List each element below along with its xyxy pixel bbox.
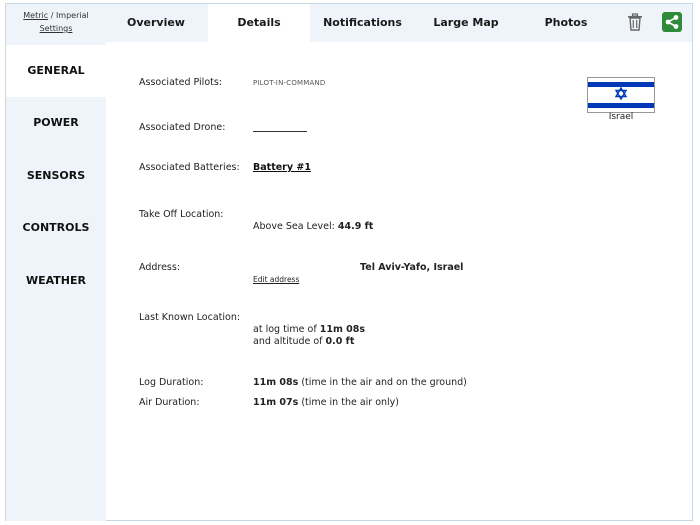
tab-photos[interactable]: Photos xyxy=(516,4,616,42)
pilots-value: PILOT-IN-COMMAND xyxy=(253,79,326,87)
log-duration-time: 11m 08s xyxy=(253,377,299,388)
air-duration-label: Air Duration: xyxy=(139,397,200,408)
unit-selector: Metric / Imperial Settings xyxy=(6,4,106,42)
pilots-label: Associated Pilots: xyxy=(139,77,222,88)
israel-flag-icon xyxy=(588,78,654,112)
sidebar-item-sensors[interactable]: SENSORS xyxy=(6,150,106,202)
log-duration-label: Log Duration: xyxy=(139,377,204,388)
air-duration-time: 11m 07s xyxy=(253,397,299,408)
log-time-prefix: at log time of xyxy=(253,324,317,335)
log-duration-value: 11m 08s (time in the air and on the grou… xyxy=(253,377,467,389)
sidebar-item-power[interactable]: POWER xyxy=(6,97,106,149)
redacted-drone-name xyxy=(253,123,307,132)
takeoff-label: Take Off Location: xyxy=(139,209,224,220)
last-known-value: at log time of 11m 08s and altitude of 0… xyxy=(253,312,373,348)
metric-link[interactable]: Metric xyxy=(23,11,48,20)
last-known-label: Last Known Location: xyxy=(139,312,241,323)
takeoff-asl-value: 44.9 ft xyxy=(337,221,374,232)
imperial-label[interactable]: Imperial xyxy=(56,11,89,20)
air-duration-note: (time in the air only) xyxy=(301,397,400,408)
redacted-coordinates xyxy=(253,210,373,219)
tab-notifications[interactable]: Notifications xyxy=(310,4,415,42)
share-button[interactable] xyxy=(662,12,682,32)
air-duration-value: 11m 07s (time in the air only) xyxy=(253,397,399,409)
drone-label: Associated Drone: xyxy=(139,122,226,133)
edit-address-link[interactable]: Edit address xyxy=(253,275,299,284)
altitude-prefix: and altitude of xyxy=(253,336,323,347)
log-time-value: 11m 08s xyxy=(319,324,366,335)
sidebar-item-weather[interactable]: WEATHER xyxy=(6,255,106,307)
country-name: Israel xyxy=(608,112,634,122)
tab-overview[interactable]: Overview xyxy=(106,4,206,42)
delete-button[interactable] xyxy=(625,12,645,32)
section-sidebar: GENERAL POWER SENSORS CONTROLS WEATHER xyxy=(6,42,106,521)
address-value: Tel Aviv-Yafo, Israel Edit address xyxy=(253,262,463,286)
country-flag xyxy=(587,77,655,113)
drone-value[interactable] xyxy=(253,122,307,134)
address-label: Address: xyxy=(139,262,181,273)
log-duration-note: (time in the air and on the ground) xyxy=(301,377,467,388)
trash-icon xyxy=(628,13,642,31)
batteries-label: Associated Batteries: xyxy=(139,162,240,173)
top-navigation: Metric / Imperial Settings Overview Deta… xyxy=(6,4,692,42)
address-city: Tel Aviv-Yafo, Israel xyxy=(360,262,464,273)
tab-large-map[interactable]: Large Map xyxy=(416,4,516,42)
sidebar-item-general[interactable]: GENERAL xyxy=(6,45,106,97)
unit-separator: / xyxy=(50,11,54,20)
redacted-street xyxy=(253,263,357,272)
share-icon xyxy=(662,12,682,32)
settings-link[interactable]: Settings xyxy=(40,24,73,33)
tab-details[interactable]: Details xyxy=(208,4,310,42)
takeoff-value: Above Sea Level: 44.9 ft xyxy=(253,209,373,233)
sidebar-item-controls[interactable]: CONTROLS xyxy=(6,202,106,254)
redacted-last-coordinates xyxy=(253,313,373,322)
altitude-value: 0.0 ft xyxy=(325,336,355,347)
battery-link[interactable]: Battery #1 xyxy=(253,162,311,174)
details-panel: Metric / Imperial Settings Overview Deta… xyxy=(5,3,693,521)
takeoff-asl-prefix: Above Sea Level: xyxy=(253,221,335,232)
